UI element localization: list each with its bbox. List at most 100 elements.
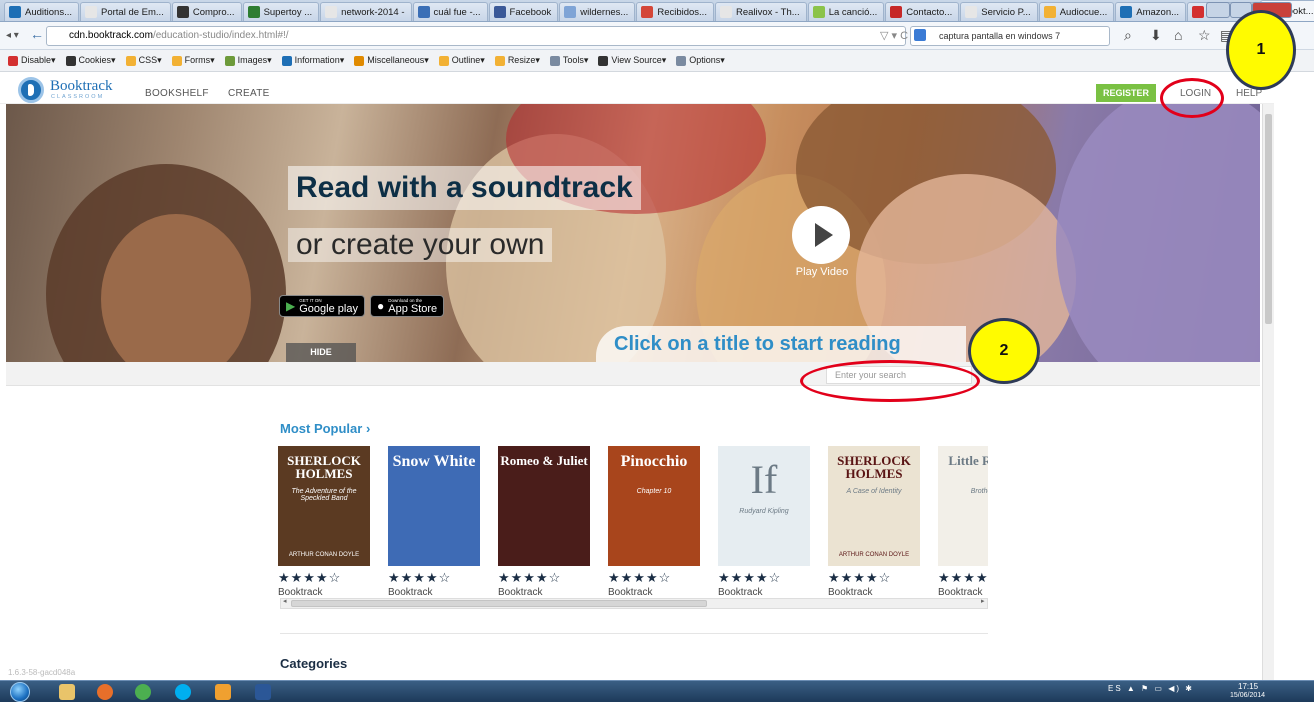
most-popular-heading[interactable]: Most Popular › bbox=[280, 421, 370, 436]
horizontal-scrollbar[interactable]: ◂ ▸ bbox=[280, 598, 988, 609]
system-tray[interactable]: ES ▲ ⚑ ▭ ◀) ✱ bbox=[1108, 684, 1194, 693]
book-card[interactable]: Little RidingBrothers★★★★☆Booktrack bbox=[938, 446, 988, 598]
browser-tab[interactable]: Realivox - Th... bbox=[714, 2, 807, 21]
browser-search-input[interactable]: captura pantalla en windows 7 bbox=[910, 26, 1110, 46]
browser-tab[interactable]: Contacto... bbox=[885, 2, 960, 21]
book-cover[interactable]: Pinocchio Chapter 10 bbox=[608, 446, 700, 566]
book-cover[interactable]: If Rudyard Kipling bbox=[718, 446, 810, 566]
devbar-menu[interactable]: Options▾ bbox=[672, 55, 729, 66]
browser-tab[interactable]: network-2014 - bbox=[320, 2, 412, 21]
book-publisher[interactable]: Booktrack bbox=[608, 587, 700, 598]
book-publisher[interactable]: Booktrack bbox=[828, 587, 920, 598]
bookmark-star-icon[interactable]: ☆ bbox=[1198, 27, 1211, 44]
book-publisher[interactable]: Booktrack bbox=[278, 587, 370, 598]
minimize-button[interactable] bbox=[1206, 2, 1230, 18]
book-card[interactable]: Pinocchio Chapter 10 ★★★★☆ Booktrack bbox=[608, 446, 700, 598]
nav-create[interactable]: CREATE bbox=[228, 88, 270, 99]
tab-label: Contacto... bbox=[906, 6, 953, 18]
browser-tab[interactable]: Servicio P... bbox=[960, 2, 1038, 21]
google-play-badge[interactable]: ▶ GET IT ON Google play bbox=[279, 295, 365, 317]
browser-tab[interactable]: Auditions... bbox=[4, 2, 79, 21]
tab-favicon-icon bbox=[1043, 6, 1056, 18]
clock-time[interactable]: 17:15 bbox=[1238, 682, 1258, 691]
browser-tab[interactable]: Supertoy ... bbox=[242, 2, 320, 21]
book-cover[interactable]: Romeo & Juliet bbox=[498, 446, 590, 566]
book-cover[interactable]: SHERLOCK HOLMES A Case of Identity ARTHUR … bbox=[828, 446, 920, 566]
browser-tab[interactable]: La canció... bbox=[807, 2, 885, 21]
nav-bookshelf[interactable]: BOOKSHELF bbox=[145, 88, 209, 99]
book-publisher[interactable]: Booktrack bbox=[388, 587, 480, 598]
devbar-menu[interactable]: Forms▾ bbox=[168, 55, 219, 66]
book-card[interactable]: SHERLOCK HOLMES The Adventure of the Spec… bbox=[278, 446, 370, 598]
browser-tab[interactable]: cuál fue -... bbox=[412, 2, 488, 21]
play-video-button[interactable] bbox=[792, 206, 850, 264]
register-button[interactable]: REGISTER bbox=[1096, 84, 1156, 102]
browser-tab[interactable]: wildernes... bbox=[559, 2, 636, 21]
download-icon[interactable]: ⬇ bbox=[1150, 27, 1162, 44]
browser-tab[interactable]: Amazon... bbox=[1115, 2, 1187, 21]
play-video-label[interactable]: Play Video bbox=[792, 266, 852, 278]
devbar-menu[interactable]: Miscellaneous▾ bbox=[350, 55, 433, 66]
tab-favicon-icon bbox=[812, 6, 825, 18]
taskbar-app[interactable] bbox=[206, 682, 240, 702]
horizontal-scroll-thumb[interactable] bbox=[291, 600, 707, 607]
scroll-left-icon[interactable]: ◂ bbox=[283, 597, 287, 605]
tab-label: Compro... bbox=[192, 6, 235, 18]
taskbar-app[interactable] bbox=[166, 682, 200, 702]
devbar-menu[interactable]: Cookies▾ bbox=[62, 55, 120, 66]
book-publisher[interactable]: Booktrack bbox=[498, 587, 590, 598]
book-card[interactable]: Snow White ★★★★☆ Booktrack bbox=[388, 446, 480, 598]
browser-tab[interactable]: Facebook bbox=[488, 2, 559, 21]
devbar-menu[interactable]: Information▾ bbox=[278, 55, 349, 66]
book-card[interactable]: SHERLOCK HOLMES A Case of Identity ARTHUR … bbox=[828, 446, 920, 598]
book-cover[interactable]: SHERLOCK HOLMES The Adventure of the Spec… bbox=[278, 446, 370, 566]
back-arrow-icon[interactable]: ← bbox=[30, 26, 44, 42]
tab-favicon-icon bbox=[325, 6, 338, 18]
page-scroll-thumb[interactable] bbox=[1265, 114, 1272, 324]
page-scrollbar[interactable] bbox=[1262, 104, 1274, 680]
devbar-menu[interactable]: CSS▾ bbox=[122, 55, 166, 66]
search-engine-icon[interactable] bbox=[914, 29, 926, 41]
reload-icon[interactable]: ▽ ▾ C bbox=[880, 29, 908, 42]
clock-date[interactable]: 15/06/2014 bbox=[1230, 692, 1265, 699]
app-store-badge[interactable]: ● Download on the App Store bbox=[370, 295, 445, 317]
taskbar-app[interactable] bbox=[126, 682, 160, 702]
browser-tab[interactable]: Recibidos... bbox=[636, 2, 714, 21]
book-rating-stars: ★★★★☆ bbox=[938, 570, 988, 585]
devbar-menu[interactable]: Tools▾ bbox=[546, 55, 593, 66]
tab-favicon-icon bbox=[719, 6, 732, 18]
book-cover[interactable]: Little Riding Brothers bbox=[938, 446, 988, 566]
devbar-menu[interactable]: Images▾ bbox=[221, 55, 276, 66]
book-publisher[interactable]: Booktrack bbox=[718, 587, 810, 598]
menu-arrow-icon[interactable]: ◂ ▾ bbox=[6, 30, 19, 41]
explorer-icon bbox=[59, 684, 75, 700]
search-query-text: captura pantalla en windows 7 bbox=[939, 31, 1061, 41]
browser-tab[interactable]: Compro... bbox=[171, 2, 242, 21]
devbar-menu[interactable]: Disable▾ bbox=[4, 55, 60, 66]
devbar-menu[interactable]: View Source▾ bbox=[594, 55, 670, 66]
scroll-right-icon[interactable]: ▸ bbox=[981, 597, 985, 605]
book-card[interactable]: Romeo & Juliet ★★★★☆ Booktrack bbox=[498, 446, 590, 598]
book-cover-subtitle: Rudyard Kipling bbox=[739, 508, 789, 515]
devbar-menu[interactable]: Resize▾ bbox=[491, 55, 544, 66]
search-strip bbox=[6, 362, 1260, 386]
search-icon[interactable]: ⌕ bbox=[1124, 27, 1132, 44]
book-cover[interactable]: Snow White bbox=[388, 446, 480, 566]
hide-banner-button[interactable]: HIDE bbox=[286, 343, 356, 362]
devbar-menu-label: Cookies▾ bbox=[78, 55, 116, 65]
start-button-icon[interactable] bbox=[10, 682, 30, 702]
url-bar[interactable]: cdn.booktrack.com/education-studio/index… bbox=[46, 26, 906, 46]
tab-favicon-icon bbox=[176, 6, 189, 18]
book-card[interactable]: If Rudyard Kipling ★★★★☆ Booktrack bbox=[718, 446, 810, 598]
section-divider bbox=[280, 633, 988, 634]
chrome-icon bbox=[135, 684, 151, 700]
browser-tab[interactable]: Portal de Em... bbox=[80, 2, 171, 21]
home-icon[interactable]: ⌂ bbox=[1174, 27, 1182, 43]
browser-tab[interactable]: Audiocue... bbox=[1038, 2, 1115, 21]
taskbar-app[interactable] bbox=[246, 682, 280, 702]
logo-text[interactable]: Booktrack bbox=[50, 78, 112, 95]
taskbar-app[interactable] bbox=[88, 682, 122, 702]
booktrack-logo-icon[interactable] bbox=[18, 77, 44, 103]
devbar-menu[interactable]: Outline▾ bbox=[435, 55, 489, 66]
taskbar-app[interactable] bbox=[50, 682, 84, 702]
